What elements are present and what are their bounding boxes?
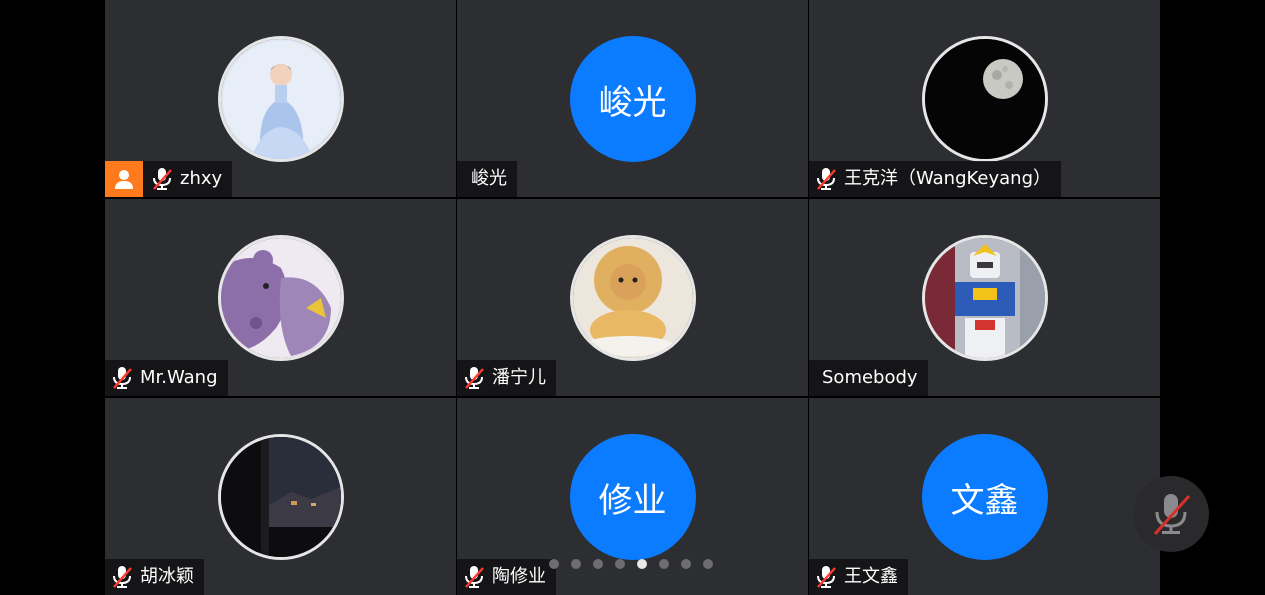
- page-dot[interactable]: [681, 559, 691, 569]
- participant-tile[interactable]: 胡冰颖: [105, 398, 456, 595]
- page-dot[interactable]: [703, 559, 713, 569]
- microphone-muted-icon: [817, 566, 836, 588]
- participant-nametag: 胡冰颖: [105, 559, 204, 595]
- participant-name: 胡冰颖: [140, 566, 194, 587]
- page-indicator[interactable]: [549, 559, 713, 569]
- participant-name: zhxy: [180, 168, 223, 189]
- microphone-muted-icon: [1153, 494, 1191, 536]
- cat-bread-photo: [569, 235, 696, 361]
- microphone-muted-icon: [113, 367, 132, 389]
- page-dot-active[interactable]: [637, 559, 647, 569]
- participant-nametag: Mr.Wang: [105, 360, 228, 396]
- moon-photo: [921, 36, 1048, 162]
- host-badge: [105, 161, 143, 197]
- participant-name: 王克洋（WangKeyang）: [844, 168, 1052, 189]
- participant-name: 王文鑫: [844, 566, 898, 587]
- initials-avatar: 文鑫: [921, 434, 1048, 560]
- participant-grid: zhxy 峻光 峻光 王克洋（WangKeyang） Mr.Wang 潘宁儿 S…: [105, 0, 1160, 595]
- microphone-muted-icon: [817, 168, 836, 190]
- participant-name: 峻光: [471, 168, 507, 189]
- page-dot[interactable]: [659, 559, 669, 569]
- mute-toggle-button[interactable]: [1133, 476, 1209, 552]
- participant-name: 潘宁儿: [492, 367, 546, 388]
- gundam-robot-photo: [921, 235, 1048, 361]
- cartoon-bear-photo: [217, 235, 344, 361]
- participant-tile[interactable]: Somebody: [809, 199, 1160, 396]
- participant-nametag: Somebody: [809, 360, 928, 396]
- participant-nametag: 峻光: [457, 161, 517, 197]
- page-dot[interactable]: [615, 559, 625, 569]
- initials-avatar: 修业: [569, 434, 696, 560]
- microphone-muted-icon: [113, 566, 132, 588]
- microphone-muted-icon: [153, 168, 172, 190]
- girl-in-blue-dress-photo: [217, 36, 344, 162]
- avatar-initials: 峻光: [598, 82, 667, 123]
- participant-tile[interactable]: 潘宁儿: [457, 199, 808, 396]
- participant-nametag: 潘宁儿: [457, 360, 556, 396]
- participant-tile[interactable]: zhxy: [105, 0, 456, 197]
- person-icon: [115, 170, 133, 189]
- participant-nametag: zhxy: [105, 161, 233, 197]
- participant-tile[interactable]: 王克洋（WangKeyang）: [809, 0, 1160, 197]
- page-dot[interactable]: [549, 559, 559, 569]
- participant-tile[interactable]: 文鑫 王文鑫: [809, 398, 1160, 595]
- participant-tile[interactable]: Mr.Wang: [105, 199, 456, 396]
- participant-tile[interactable]: 峻光 峻光: [457, 0, 808, 197]
- microphone-muted-icon: [465, 367, 484, 389]
- microphone-muted-icon: [465, 566, 484, 588]
- participant-name: Somebody: [822, 367, 918, 388]
- avatar-initials: 文鑫: [950, 480, 1019, 521]
- avatar-initials: 修业: [598, 480, 667, 521]
- participant-name: Mr.Wang: [140, 367, 218, 388]
- page-dot[interactable]: [593, 559, 603, 569]
- initials-avatar: 峻光: [569, 36, 696, 162]
- participant-nametag: 王文鑫: [809, 559, 908, 595]
- page-dot[interactable]: [571, 559, 581, 569]
- night-window-photo: [217, 434, 344, 560]
- participant-nametag: 陶修业: [457, 559, 556, 595]
- participant-nametag: 王克洋（WangKeyang）: [809, 161, 1062, 197]
- participant-name: 陶修业: [492, 566, 546, 587]
